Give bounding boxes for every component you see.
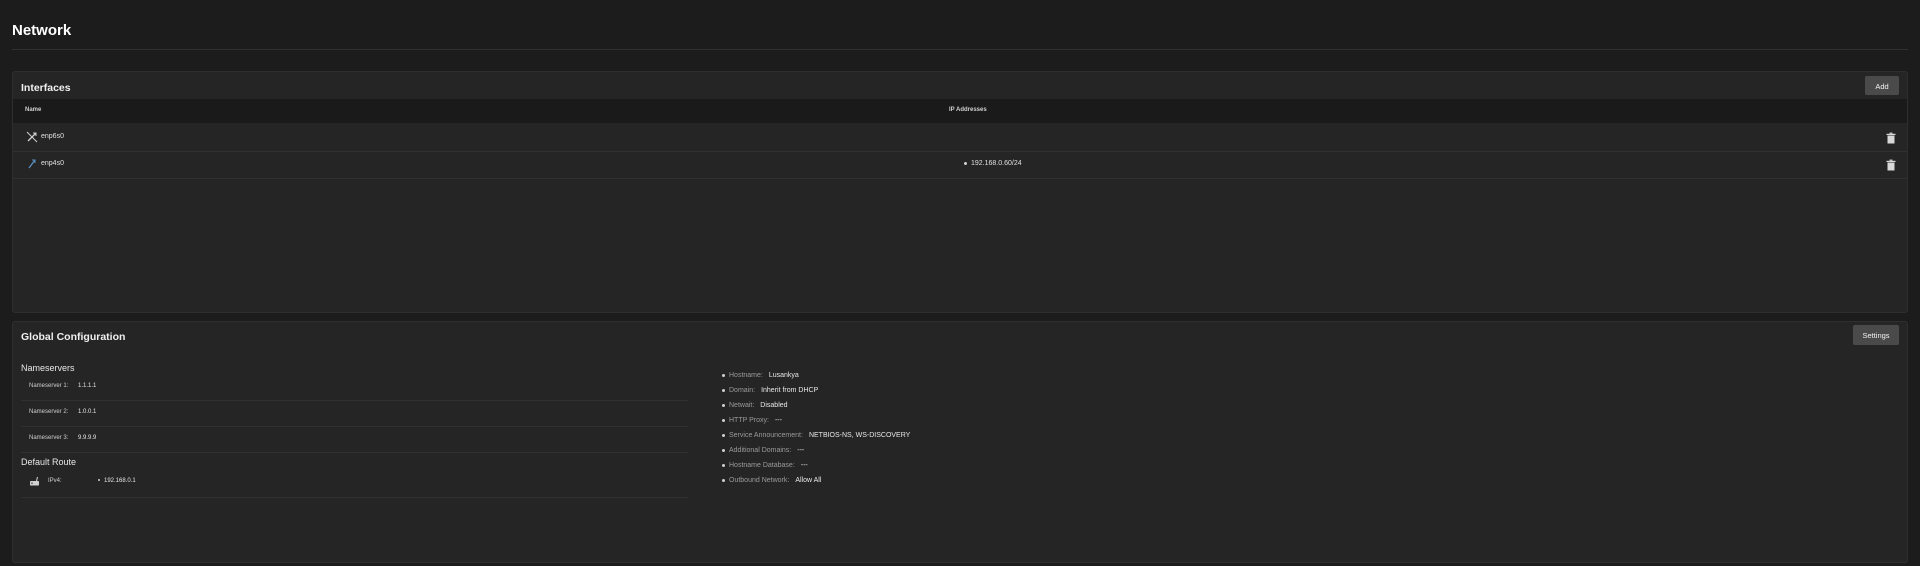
info-item-hostname-database: Hostname Database: --- — [722, 462, 808, 469]
interfaces-card: Interfaces Add Name IP Addresses enp6s0 … — [12, 71, 1908, 313]
delete-icon[interactable] — [1885, 132, 1897, 144]
settings-button[interactable]: Settings — [1853, 325, 1899, 345]
router-icon — [30, 476, 39, 486]
title-divider — [12, 49, 1908, 50]
info-item-hostname: Hostname: Lusankya — [722, 372, 799, 379]
list-item: Nameserver 2: 1.0.0.1 — [21, 400, 688, 427]
nameserver-label: Nameserver 2: — [29, 409, 69, 415]
table-row[interactable]: enp4s0 192.168.0.60/24 — [13, 151, 1907, 179]
interfaces-table-header: Name IP Addresses — [13, 99, 1907, 123]
nameserver-label: Nameserver 3: — [29, 435, 69, 441]
info-item-additional-domains: Additional Domains: --- — [722, 447, 804, 454]
nameserver-value: 1.1.1.1 — [78, 383, 97, 389]
add-interface-button[interactable]: Add — [1865, 76, 1899, 95]
info-item-domain: Domain: Inherit from DHCP — [722, 387, 818, 394]
column-header-ip[interactable]: IP Addresses — [949, 107, 987, 113]
default-route-row: IPv4: 192.168.0.1 — [21, 467, 688, 498]
info-item-outbound-network: Outbound Network: Allow All — [722, 477, 821, 484]
default-route-label: IPv4: — [48, 478, 62, 484]
table-row[interactable]: enp6s0 — [13, 124, 1907, 152]
column-header-name[interactable]: Name — [25, 107, 41, 113]
ip-address: 192.168.0.60/24 — [964, 160, 1022, 167]
interfaces-title: Interfaces — [21, 82, 71, 94]
info-item-http-proxy: HTTP Proxy: --- — [722, 417, 782, 424]
global-configuration-title: Global Configuration — [21, 331, 126, 343]
interface-name: enp4s0 — [41, 160, 64, 167]
nameserver-value: 9.9.9.9 — [78, 435, 97, 441]
nameserver-label: Nameserver 1: — [29, 383, 69, 389]
info-item-service-announcement: Service Announcement: NETBIOS-NS, WS-DISC… — [722, 432, 910, 439]
default-route-value: 192.168.0.1 — [98, 478, 136, 484]
default-route-heading: Default Route — [21, 457, 77, 467]
nameserver-value: 1.0.0.1 — [78, 409, 97, 415]
info-item-netwait: Netwait: Disabled — [722, 402, 788, 409]
link-disconnected-icon — [26, 131, 38, 143]
link-connected-icon — [28, 159, 36, 169]
page-title: Network — [12, 22, 72, 39]
list-item: Nameserver 3: 9.9.9.9 — [21, 426, 688, 453]
list-item: Nameserver 1: 1.1.1.1 — [21, 374, 688, 401]
delete-icon[interactable] — [1885, 159, 1897, 171]
global-configuration-card: Global Configuration Settings Nameserver… — [12, 321, 1908, 563]
interface-name: enp6s0 — [41, 133, 64, 140]
nameservers-heading: Nameservers — [21, 363, 75, 373]
